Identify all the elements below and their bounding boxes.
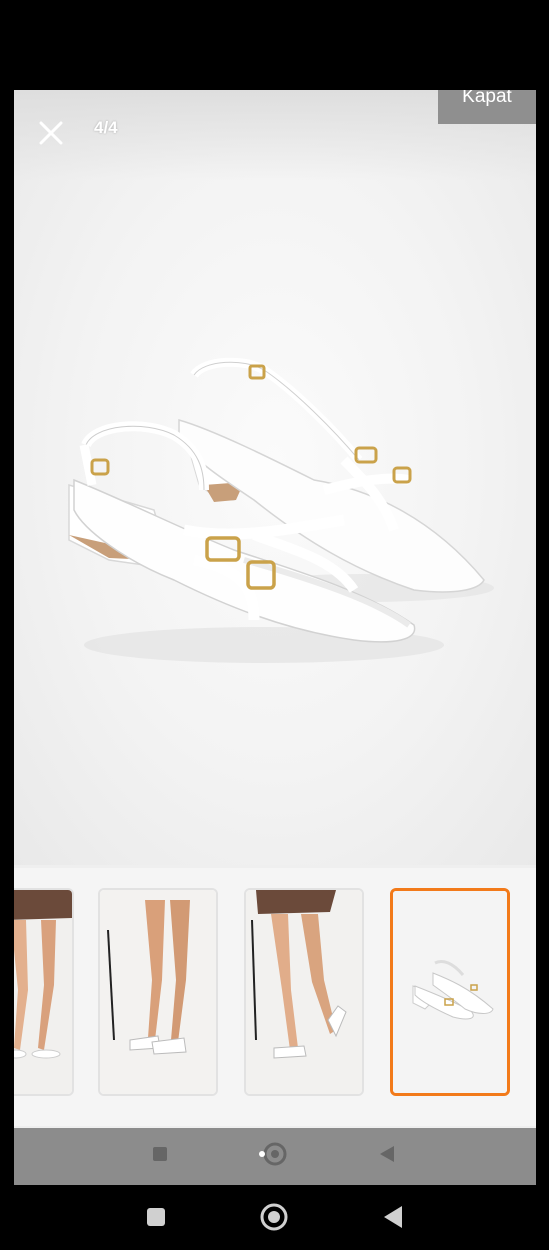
close-icon[interactable]	[36, 118, 66, 148]
kapat-button[interactable]: Kapat	[438, 90, 536, 124]
back-icon[interactable]	[378, 1145, 396, 1168]
thumbnail-strip	[14, 868, 536, 1126]
image-counter: 4/4	[94, 118, 118, 137]
recents-icon[interactable]	[152, 1146, 168, 1167]
thumbnail-legs-dress-3[interactable]	[244, 888, 364, 1096]
recents-icon[interactable]	[146, 1207, 166, 1232]
white-slingback-shoes-image	[68, 357, 494, 663]
inner-navigation-bar	[14, 1128, 536, 1185]
system-navigation-bar	[0, 1185, 549, 1250]
home-icon[interactable]	[259, 1202, 289, 1237]
thumbnail-legs-dress-1[interactable]	[14, 888, 74, 1096]
thumbnail-shoes-4[interactable]	[390, 888, 510, 1096]
main-product-image[interactable]	[14, 90, 536, 865]
back-icon[interactable]	[382, 1205, 404, 1234]
home-icon[interactable]	[258, 1140, 288, 1173]
image-viewer: 4/4 Kapat	[14, 90, 536, 1185]
thumbnail-legs-2[interactable]	[98, 888, 218, 1096]
